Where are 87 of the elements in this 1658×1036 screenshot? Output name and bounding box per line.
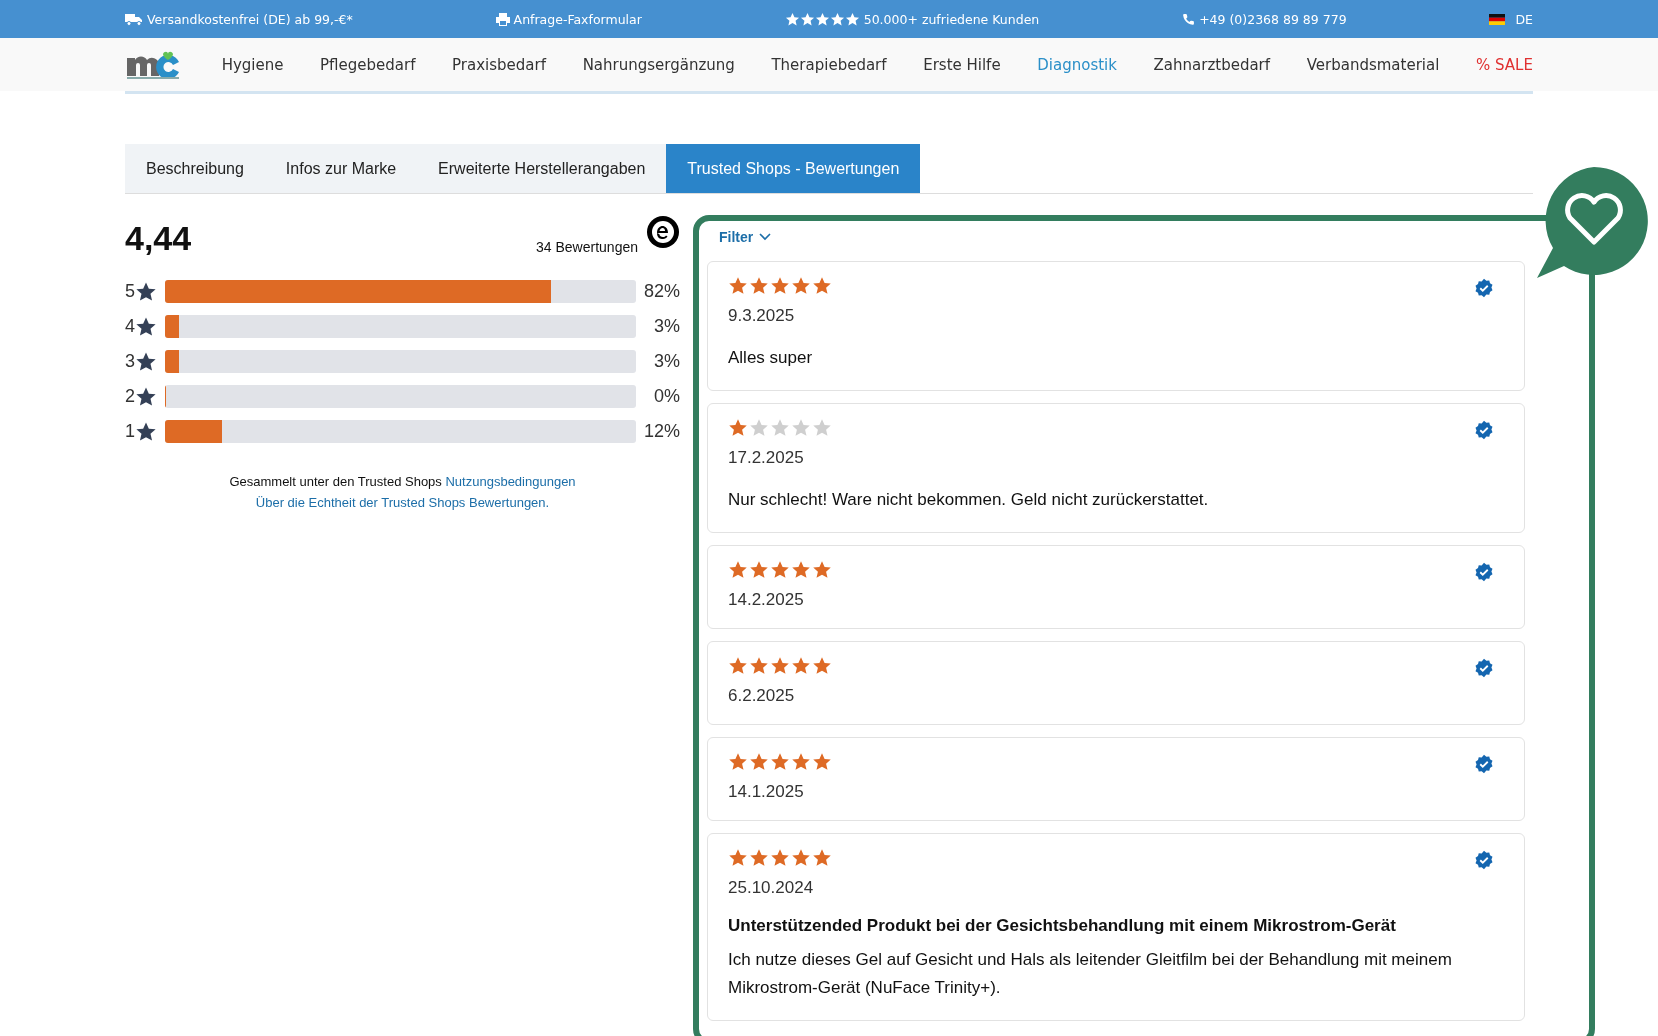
star-level-label: 1 <box>125 421 135 442</box>
review-text: Nur schlecht! Ware nicht bekommen. Geld nicht zurückerstattet. <box>728 489 1210 511</box>
star-icon <box>728 418 748 438</box>
percent-label: 3% <box>653 351 680 372</box>
nav-link[interactable]: Diagnostik <box>1037 55 1117 74</box>
phone-icon <box>1182 12 1196 26</box>
filter-button[interactable]: Filter <box>707 225 784 249</box>
percent-label: 12% <box>644 421 680 442</box>
review-text: Alles super <box>728 347 814 369</box>
nav-link[interactable]: Pflegebedarf <box>320 55 416 74</box>
star-icon <box>728 656 748 676</box>
star-icon <box>812 276 832 296</box>
average-score: 4,44 <box>125 219 192 258</box>
nav-link[interactable]: Nahrungsergänzung <box>582 55 735 74</box>
review-date: 25.10.2024 <box>728 878 815 898</box>
review-date: 17.2.2025 <box>728 448 805 468</box>
review-text: Ich nutze dieses Gel auf Gesicht und Hals als leitender Gleitfilm bei der Behandlung mit meinem Mikrostrom-Gerät (NuFace Trinity+). <box>728 949 1453 999</box>
nav-link[interactable]: % SALE <box>1476 55 1533 74</box>
info-text: 50.000+ zufriedene Kunden <box>863 11 1040 27</box>
printer-icon <box>495 12 510 26</box>
tab[interactable]: Infos zur Marke <box>264 144 418 193</box>
star-icon <box>749 848 769 868</box>
star-level-label: 5 <box>125 281 135 302</box>
star-icon <box>135 350 157 373</box>
star-icon <box>791 276 811 296</box>
star-icon <box>770 848 790 868</box>
star-icon <box>135 280 157 303</box>
star-icon <box>770 560 790 580</box>
star-level-label: 2 <box>125 386 135 407</box>
star-icon <box>791 560 811 580</box>
star-icon <box>135 315 157 338</box>
flag-icon <box>1489 13 1506 25</box>
nav-link[interactable]: Erste Hilfe <box>923 55 1001 74</box>
nav-link[interactable]: Therapiebedarf <box>771 55 887 74</box>
star-icon <box>749 418 769 438</box>
nav-link[interactable]: Verbandsmaterial <box>1306 55 1440 74</box>
review-date: 9.3.2025 <box>728 306 796 326</box>
star-icon <box>728 752 748 772</box>
percent-label: 0% <box>653 386 680 407</box>
percent-label: 82% <box>644 281 680 302</box>
review-date: 14.2.2025 <box>728 590 805 610</box>
rating-stars-icon <box>784 11 860 27</box>
star-icon <box>812 656 832 676</box>
star-icon <box>791 752 811 772</box>
star-icon <box>791 656 811 676</box>
chevron-down-icon <box>759 233 772 241</box>
nav-link[interactable]: Praxisbedarf <box>452 55 546 74</box>
review-title: Unterstützended Produkt bei der Gesichtsbehandlung mit einem Mikrostrom-Gerät <box>728 916 1397 936</box>
star-icon <box>812 418 832 438</box>
star-icon <box>791 848 811 868</box>
review-date: 6.2.2025 <box>728 686 796 706</box>
star-icon <box>749 656 769 676</box>
percent-label: 3% <box>653 316 680 337</box>
star-icon <box>135 420 157 443</box>
tab[interactable]: Erweiterte Herstellerangaben <box>417 144 667 193</box>
nav-link[interactable]: Zahnarztbedarf <box>1153 55 1271 74</box>
star-icon <box>791 418 811 438</box>
star-level-label: 3 <box>125 351 135 372</box>
truck-icon <box>125 12 143 26</box>
star-icon <box>749 560 769 580</box>
info-text: Versandkostenfrei (DE) ab 99,-€* <box>147 11 353 27</box>
star-icon <box>770 656 790 676</box>
star-icon <box>812 848 832 868</box>
info-text: Anfrage-Faxformular <box>513 11 642 27</box>
terms-link[interactable]: Nutzungsbedingungen <box>445 474 576 489</box>
star-icon <box>812 560 832 580</box>
star-icon <box>770 276 790 296</box>
trusted-shops-logo-icon <box>646 215 680 249</box>
star-icon <box>749 752 769 772</box>
star-icon <box>770 752 790 772</box>
star-icon <box>728 276 748 296</box>
tab[interactable]: Trusted Shops - Bewertungen <box>666 144 921 193</box>
tab[interactable]: Beschreibung <box>125 144 265 193</box>
info-text: DE <box>1515 11 1533 27</box>
star-icon <box>728 560 748 580</box>
authenticity-link[interactable]: Über die Echtheit der Trusted Shops Bewertungen. <box>255 495 550 510</box>
star-icon <box>770 418 790 438</box>
star-icon <box>812 752 832 772</box>
star-icon <box>728 848 748 868</box>
nav-link[interactable]: Hygiene <box>221 55 284 74</box>
star-level-label: 4 <box>125 316 135 337</box>
review-count: 34 Bewertungen <box>536 239 638 255</box>
review-date: 14.1.2025 <box>728 782 805 802</box>
info-text: +49 (0)2368 89 89 779 <box>1199 11 1347 27</box>
terms-note: Gesammelt unter den Trusted Shops Nutzungsbedingungen <box>228 473 577 491</box>
star-icon <box>135 385 157 408</box>
star-icon <box>749 276 769 296</box>
